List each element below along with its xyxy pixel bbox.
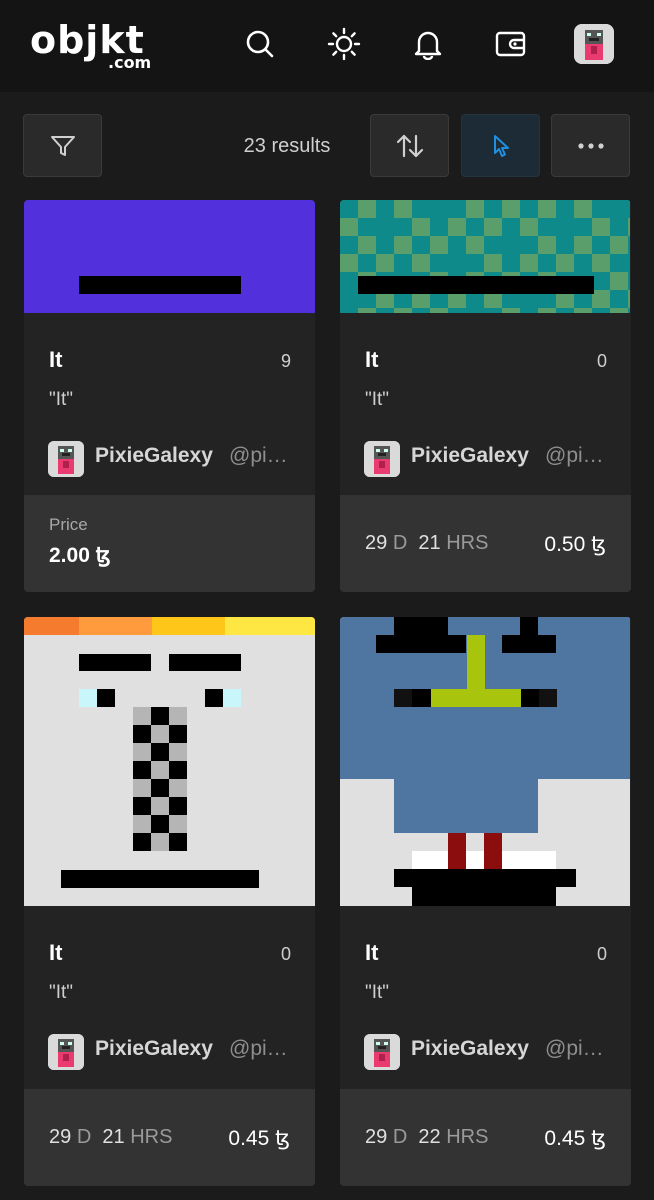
sort-icon [396, 134, 423, 157]
edition-count: 0 [596, 351, 607, 371]
token-description: "It" [49, 389, 74, 410]
card-footer: 29 D 21 HRS 0.45 ꜩ [24, 1089, 315, 1186]
token-description: "It" [49, 982, 74, 1003]
token-artwork[interactable] [340, 617, 631, 906]
results-toolbar: 23 results [0, 92, 654, 200]
creator-name[interactable]: PixieGalexy [95, 1037, 213, 1061]
cursor-icon [493, 134, 509, 157]
days-value: 29 [365, 532, 388, 554]
creator-avatar[interactable] [48, 441, 84, 477]
price-value: 0.45 ꜩ [544, 1127, 606, 1150]
more-icon [577, 142, 604, 149]
hours-value: 22 [418, 1126, 441, 1148]
auction-countdown: 29 D 22 HRS [365, 1126, 488, 1149]
auction-countdown: 29 D 21 HRS [365, 532, 488, 555]
creator-name[interactable]: PixieGalexy [95, 444, 213, 468]
creator-handle[interactable]: @pixiegalexy [229, 1037, 291, 1061]
token-description: "It" [365, 389, 390, 410]
token-card[interactable]: It 9 "It" PixieGalexy @pixiegalexy Price… [24, 200, 315, 592]
logo-sub-text: .com [108, 53, 152, 72]
auction-countdown: 29 D 21 HRS [49, 1126, 172, 1149]
token-artwork[interactable] [24, 617, 315, 906]
price-label: Price [49, 515, 88, 534]
token-card[interactable]: It 0 "It" PixieGalexy @pixiegalexy 29 D … [24, 617, 315, 1186]
token-title[interactable]: It [365, 940, 378, 966]
token-title[interactable]: It [49, 347, 62, 373]
top-bar: objkt .com [0, 0, 654, 92]
results-count: 23 results [243, 135, 331, 157]
hours-value: 21 [102, 1126, 125, 1148]
hours-unit: HRS [446, 1126, 489, 1148]
creator-avatar[interactable] [364, 1034, 400, 1070]
days-value: 29 [49, 1126, 72, 1148]
objkt-logo[interactable]: objkt .com [30, 18, 160, 78]
token-title[interactable]: It [49, 940, 62, 966]
sort-button[interactable] [370, 114, 449, 177]
creator-handle[interactable]: @pixiegalexy [229, 444, 291, 468]
card-footer: 29 D 22 HRS 0.45 ꜩ [340, 1089, 631, 1186]
days-unit: D [392, 1126, 408, 1148]
search-icon[interactable] [240, 24, 280, 64]
edition-count: 0 [596, 944, 607, 964]
token-description: "It" [365, 982, 390, 1003]
days-unit: D [392, 532, 408, 554]
sun-icon[interactable] [324, 24, 364, 64]
creator-avatar[interactable] [48, 1034, 84, 1070]
creator-name[interactable]: PixieGalexy [411, 1037, 529, 1061]
profile-avatar[interactable] [574, 24, 614, 64]
days-unit: D [76, 1126, 92, 1148]
hours-value: 21 [418, 532, 441, 554]
creator-name[interactable]: PixieGalexy [411, 444, 529, 468]
bell-icon[interactable] [408, 24, 448, 64]
filter-icon [50, 135, 75, 156]
card-footer: 29 D 21 HRS 0.50 ꜩ [340, 495, 631, 592]
days-value: 29 [365, 1126, 388, 1148]
token-artwork[interactable] [340, 200, 631, 313]
edition-count: 9 [280, 351, 291, 371]
token-title[interactable]: It [365, 347, 378, 373]
token-card[interactable]: It 0 "It" PixieGalexy @pixiegalexy 29 D … [340, 617, 631, 1186]
hours-unit: HRS [130, 1126, 173, 1148]
creator-handle[interactable]: @pixiegalexy [545, 1037, 607, 1061]
creator-handle[interactable]: @pixiegalexy [545, 444, 607, 468]
token-card[interactable]: It 0 "It" PixieGalexy @pixiegalexy 29 D … [340, 200, 631, 592]
hours-unit: HRS [446, 532, 489, 554]
price-value: 0.50 ꜩ [544, 533, 606, 556]
token-artwork[interactable] [24, 200, 315, 313]
price-value: 0.45 ꜩ [228, 1127, 290, 1150]
edition-count: 0 [280, 944, 291, 964]
price-value: 2.00 ꜩ [49, 544, 111, 567]
wallet-icon[interactable] [491, 24, 531, 64]
card-footer: Price 2.00 ꜩ [24, 495, 315, 592]
filter-button[interactable] [23, 114, 102, 177]
creator-avatar[interactable] [364, 441, 400, 477]
select-mode-button[interactable] [461, 114, 540, 177]
more-options-button[interactable] [551, 114, 630, 177]
